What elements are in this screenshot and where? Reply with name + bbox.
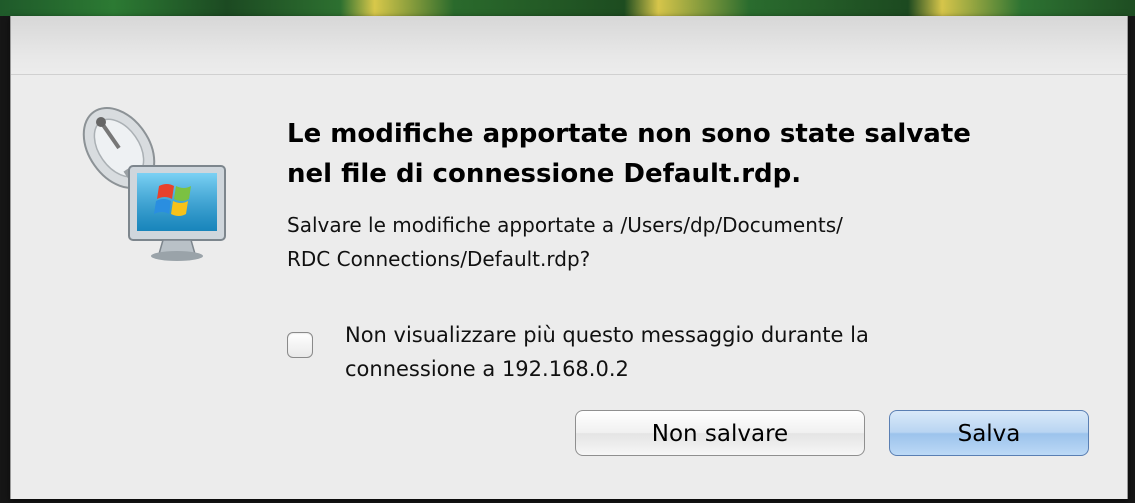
save-button[interactable]: Salva <box>889 410 1089 456</box>
dialog-title: Le modifiche apportate non sono state sa… <box>287 119 971 189</box>
dont-save-button[interactable]: Non salvare <box>575 410 865 456</box>
suppress-message-option[interactable]: Non visualizzare più questo messaggio du… <box>287 318 1087 388</box>
suppress-message-checkbox[interactable] <box>287 332 313 358</box>
screen-frame: Le modifiche apportate non sono state sa… <box>0 0 1135 503</box>
suppress-message-label[interactable]: Non visualizzare più questo messaggio du… <box>345 318 1085 386</box>
dialog-message: Salvare le modifiche apportate a /Users/… <box>287 213 843 271</box>
remote-desktop-connection-icon <box>82 107 226 261</box>
sheet-header <box>11 16 1127 75</box>
desktop-background <box>0 0 1135 16</box>
unsaved-changes-dialog: Le modifiche apportate non sono state sa… <box>10 16 1128 499</box>
